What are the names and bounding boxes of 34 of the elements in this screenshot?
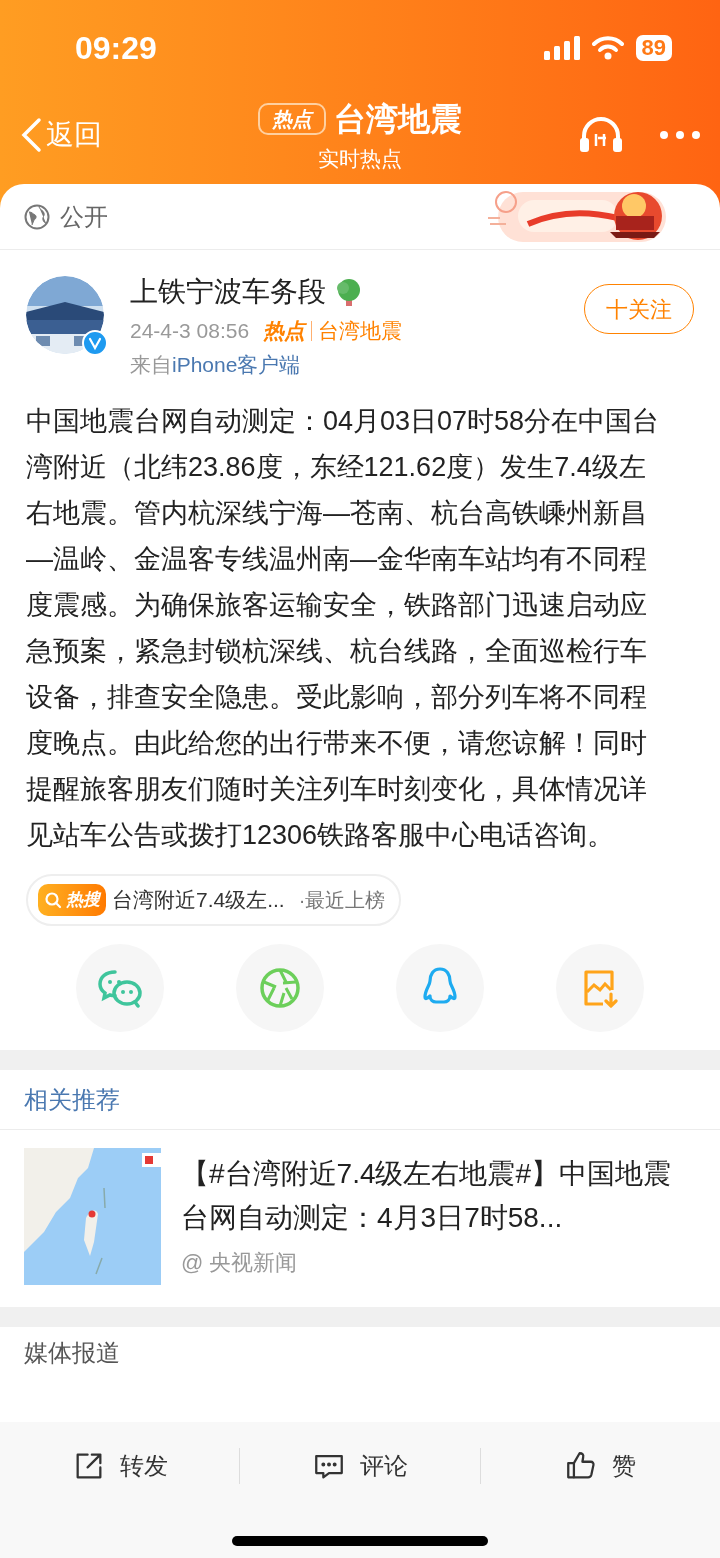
wifi-icon (591, 36, 624, 60)
hot-tag: 热点 (258, 103, 326, 136)
related-post-source: @ 央视新闻 (181, 1249, 299, 1277)
hot-search-tag: 热搜 (38, 884, 106, 916)
hot-search-title: 台湾附近7.4级左... (112, 887, 285, 914)
like-button[interactable]: 赞 (480, 1448, 720, 1484)
back-icon (20, 117, 42, 153)
section-heading: 媒体报道 (24, 1339, 120, 1366)
chat-bubbles-icon (97, 968, 143, 1008)
signal-icon (543, 36, 580, 60)
search-icon (44, 891, 62, 909)
related-post-title: 【#台湾附近7.4级左右地震#】中国地震台网自动测定：4月3日7时58... (181, 1157, 673, 1235)
hot-search-pill[interactable]: 热搜 台湾附近7.4级左... ·最近上榜 (26, 874, 402, 926)
globe-icon (24, 203, 50, 230)
battery-indicator: 89 (635, 35, 672, 61)
source-prefix: 来自 (130, 352, 172, 379)
hot-label: 热点 (263, 318, 306, 345)
page-subtitle: 实时热点 (318, 146, 402, 173)
hot-search-status: ·最近上榜 (298, 888, 386, 913)
repost-button[interactable]: 转发 (0, 1448, 240, 1484)
section-heading: 相关推荐 (24, 1084, 120, 1115)
status-time: 09:29 (75, 29, 157, 68)
aperture-icon (259, 967, 301, 1009)
post-date: 24-4-3 08:56 (130, 318, 250, 345)
page-title: 台湾地震 (334, 100, 462, 140)
related-post[interactable]: 【#台湾附近7.4级左右地震#】中国地震台网自动测定：4月3日7时58... @ 央视新闻 (0, 1130, 720, 1307)
visibility-label: 公开 (60, 201, 108, 232)
comment-button[interactable]: 评论 (240, 1448, 480, 1484)
source-link[interactable]: iPhone客户端 (172, 349, 301, 381)
headphones-icon[interactable] (578, 116, 624, 154)
post-body: 中国地震台网自动测定：04月03日07时58分在中国台湾附近（北纬23.86度，东经121.62度）发生7.4级左右地震。管内杭深线宁海—苍南、杭台高铁嵊州新昌—温岭、金温客专线温州南—金华南车站均有不同程度震感。为确保旅客运输安全，铁路部门迅速启动应急预案，紧急封锁杭深线、杭台线路，全面巡检行车设备，排查安全隐患。受此影响，部分列车将不同程度晚点。由此给您的出行带来不便，请您谅解！同时提醒旅客朋友们随时关注列车时刻变化，具体情况详见站车公告或拨打12306铁路客服中心电话咨询。 (25, 405, 661, 852)
more-icon[interactable] (660, 131, 700, 139)
author-name[interactable]: 上铁宁波车务段 (130, 271, 326, 313)
image-download-icon (581, 968, 619, 1008)
